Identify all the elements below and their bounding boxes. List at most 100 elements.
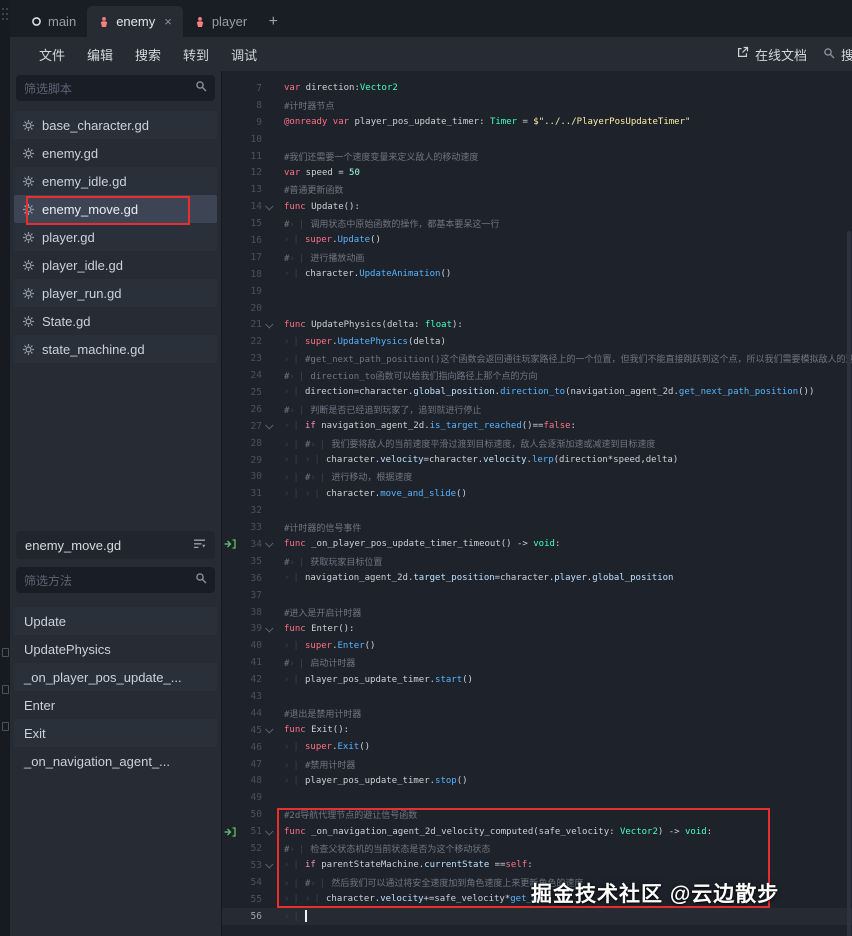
gutter[interactable]: 55 — [222, 891, 280, 908]
code-line-49[interactable]: 49 — [222, 789, 852, 806]
line-number[interactable]: 22 — [238, 336, 262, 347]
dock-toggle-icon[interactable] — [1, 722, 9, 731]
method-filter-input[interactable]: 筛选方法 — [16, 567, 215, 593]
gutter[interactable]: 25 — [222, 384, 280, 401]
gutter[interactable]: 15 — [222, 215, 280, 232]
code-line-46[interactable]: 46 ›| super.Exit() — [222, 739, 852, 756]
menu-item-编辑[interactable]: 编辑 — [76, 45, 124, 64]
line-number[interactable]: 54 — [238, 877, 262, 888]
line-number[interactable]: 17 — [238, 252, 262, 263]
code-line-18[interactable]: 18 ›| character.UpdateAnimation() — [222, 266, 852, 283]
gutter[interactable]: 31 — [222, 485, 280, 502]
gutter[interactable]: 33 — [222, 519, 280, 536]
code-line-48[interactable]: 48 ›| player_pos_update_timer.stop() — [222, 773, 852, 790]
script-list-item-player_idle.gd[interactable]: player_idle.gd — [14, 251, 217, 279]
line-number[interactable]: 19 — [238, 286, 262, 297]
line-number[interactable]: 16 — [238, 235, 262, 246]
gutter[interactable]: 23 — [222, 350, 280, 367]
code-line-8[interactable]: 8 #计时器节点 — [222, 97, 852, 114]
line-number[interactable]: 26 — [238, 404, 262, 415]
method-list-item[interactable]: _on_navigation_agent_... — [14, 747, 217, 775]
line-number[interactable]: 45 — [238, 725, 262, 736]
line-number[interactable]: 7 — [238, 83, 262, 94]
gutter[interactable]: 35 — [222, 553, 280, 570]
gutter[interactable]: 44 — [222, 705, 280, 722]
line-number[interactable]: 43 — [238, 691, 262, 702]
gutter[interactable]: 12 — [222, 164, 280, 181]
script-list-item-State.gd[interactable]: State.gd — [14, 307, 217, 335]
sort-methods-button[interactable] — [193, 538, 206, 553]
code-line-35[interactable]: 35 #›| 获取玩家目标位置 — [222, 553, 852, 570]
line-number[interactable]: 49 — [238, 792, 262, 803]
line-number[interactable]: 40 — [238, 640, 262, 651]
code-line-50[interactable]: 50 #2d导航代理节点的避让信号函数 — [222, 806, 852, 823]
gutter[interactable]: 30 — [222, 468, 280, 485]
gutter[interactable]: 14 — [222, 198, 280, 215]
code-line-24[interactable]: 24 #›| direction_to函数可以给我们指向路径上那个点的方向 — [222, 367, 852, 384]
signal-connection-slot[interactable] — [222, 826, 238, 837]
line-number[interactable]: 33 — [238, 522, 262, 533]
code-line-54[interactable]: 54 ›| #›| 然后我们可以通过将安全速度加到角色速度上来更新角色的速度 — [222, 874, 852, 891]
editor-scrollbar[interactable] — [847, 231, 851, 936]
line-number[interactable]: 15 — [238, 218, 262, 229]
line-number[interactable]: 38 — [238, 607, 262, 618]
line-number[interactable]: 23 — [238, 353, 262, 364]
code-line-56[interactable]: 56 ›| — [222, 907, 852, 925]
code-line-23[interactable]: 23 ›| #get_next_path_position()这个函数会返回通往玩家… — [222, 350, 852, 367]
script-list-item-enemy.gd[interactable]: enemy.gd — [14, 139, 217, 167]
search-help-button[interactable]: 搜 — [823, 45, 852, 64]
code-line-45[interactable]: 45 func Exit(): — [222, 722, 852, 739]
script-filter-input[interactable]: 筛选脚本 — [16, 75, 215, 101]
gutter[interactable]: 17 — [222, 249, 280, 266]
line-number[interactable]: 21 — [238, 319, 262, 330]
gutter[interactable]: 21 — [222, 316, 280, 333]
line-number[interactable]: 32 — [238, 505, 262, 516]
gutter[interactable]: 16 — [222, 232, 280, 249]
code-line-11[interactable]: 11 #我们还需要一个速度变量来定义敌人的移动速度 — [222, 148, 852, 165]
line-number[interactable]: 50 — [238, 809, 262, 820]
line-number[interactable]: 20 — [238, 303, 262, 314]
gutter[interactable]: 39 — [222, 621, 280, 638]
line-number[interactable]: 48 — [238, 775, 262, 786]
line-number[interactable]: 28 — [238, 438, 262, 449]
code-editor[interactable]: 7 var direction:Vector2 8 #计时器节点 9 @onready v… — [222, 71, 852, 936]
line-number[interactable]: 8 — [238, 100, 262, 111]
fold-toggle[interactable] — [262, 623, 278, 633]
fold-toggle[interactable] — [262, 201, 278, 211]
fold-arrow-icon[interactable] — [265, 725, 274, 734]
script-list-item-state_machine.gd[interactable]: state_machine.gd — [14, 335, 217, 363]
code-line-29[interactable]: 29 ›| ›| character.velocity=character.veloc… — [222, 452, 852, 469]
code-line-21[interactable]: 21 func UpdatePhysics(delta: float): — [222, 316, 852, 333]
fold-toggle[interactable] — [262, 319, 278, 329]
gutter[interactable]: 22 — [222, 333, 280, 350]
code-line-31[interactable]: 31 ›| ›| character.move_and_slide() — [222, 485, 852, 502]
code-line-14[interactable]: 14 func Update(): — [222, 198, 852, 215]
script-list-item-enemy_idle.gd[interactable]: enemy_idle.gd — [14, 167, 217, 195]
script-list-item-base_character.gd[interactable]: base_character.gd — [14, 111, 217, 139]
code-line-30[interactable]: 30 ›| #›| 进行移动，根据速度 — [222, 468, 852, 485]
code-line-53[interactable]: 53 ›| if parentStateMachine.currentState =… — [222, 857, 852, 874]
fold-arrow-icon[interactable] — [265, 421, 274, 430]
code-line-7[interactable]: 7 var direction:Vector2 — [222, 80, 852, 97]
scene-tab-enemy[interactable]: enemy × — [87, 6, 183, 37]
fold-arrow-icon[interactable] — [265, 319, 274, 329]
gutter[interactable]: 46 — [222, 739, 280, 756]
line-number[interactable]: 34 — [238, 539, 262, 550]
code-line-37[interactable]: 37 — [222, 587, 852, 604]
line-number[interactable]: 46 — [238, 742, 262, 753]
script-list-item-enemy_move.gd[interactable]: enemy_move.gd — [14, 195, 217, 223]
code-line-42[interactable]: 42 ›| player_pos_update_timer.start() — [222, 671, 852, 688]
code-line-19[interactable]: 19 — [222, 283, 852, 300]
code-line-39[interactable]: 39 func Enter(): — [222, 621, 852, 638]
menu-item-文件[interactable]: 文件 — [28, 45, 76, 64]
gutter[interactable]: 20 — [222, 300, 280, 317]
dock-toggle-icon[interactable] — [1, 685, 9, 694]
line-number[interactable]: 10 — [238, 134, 262, 145]
code-line-47[interactable]: 47 ›| #禁用计时器 — [222, 756, 852, 773]
line-number[interactable]: 51 — [238, 826, 262, 837]
line-number[interactable]: 25 — [238, 387, 262, 398]
tab-close-icon[interactable]: × — [164, 14, 172, 29]
gutter[interactable]: 51 — [222, 823, 280, 840]
gutter[interactable]: 43 — [222, 688, 280, 705]
code-line-12[interactable]: 12 var speed = 50 — [222, 164, 852, 181]
